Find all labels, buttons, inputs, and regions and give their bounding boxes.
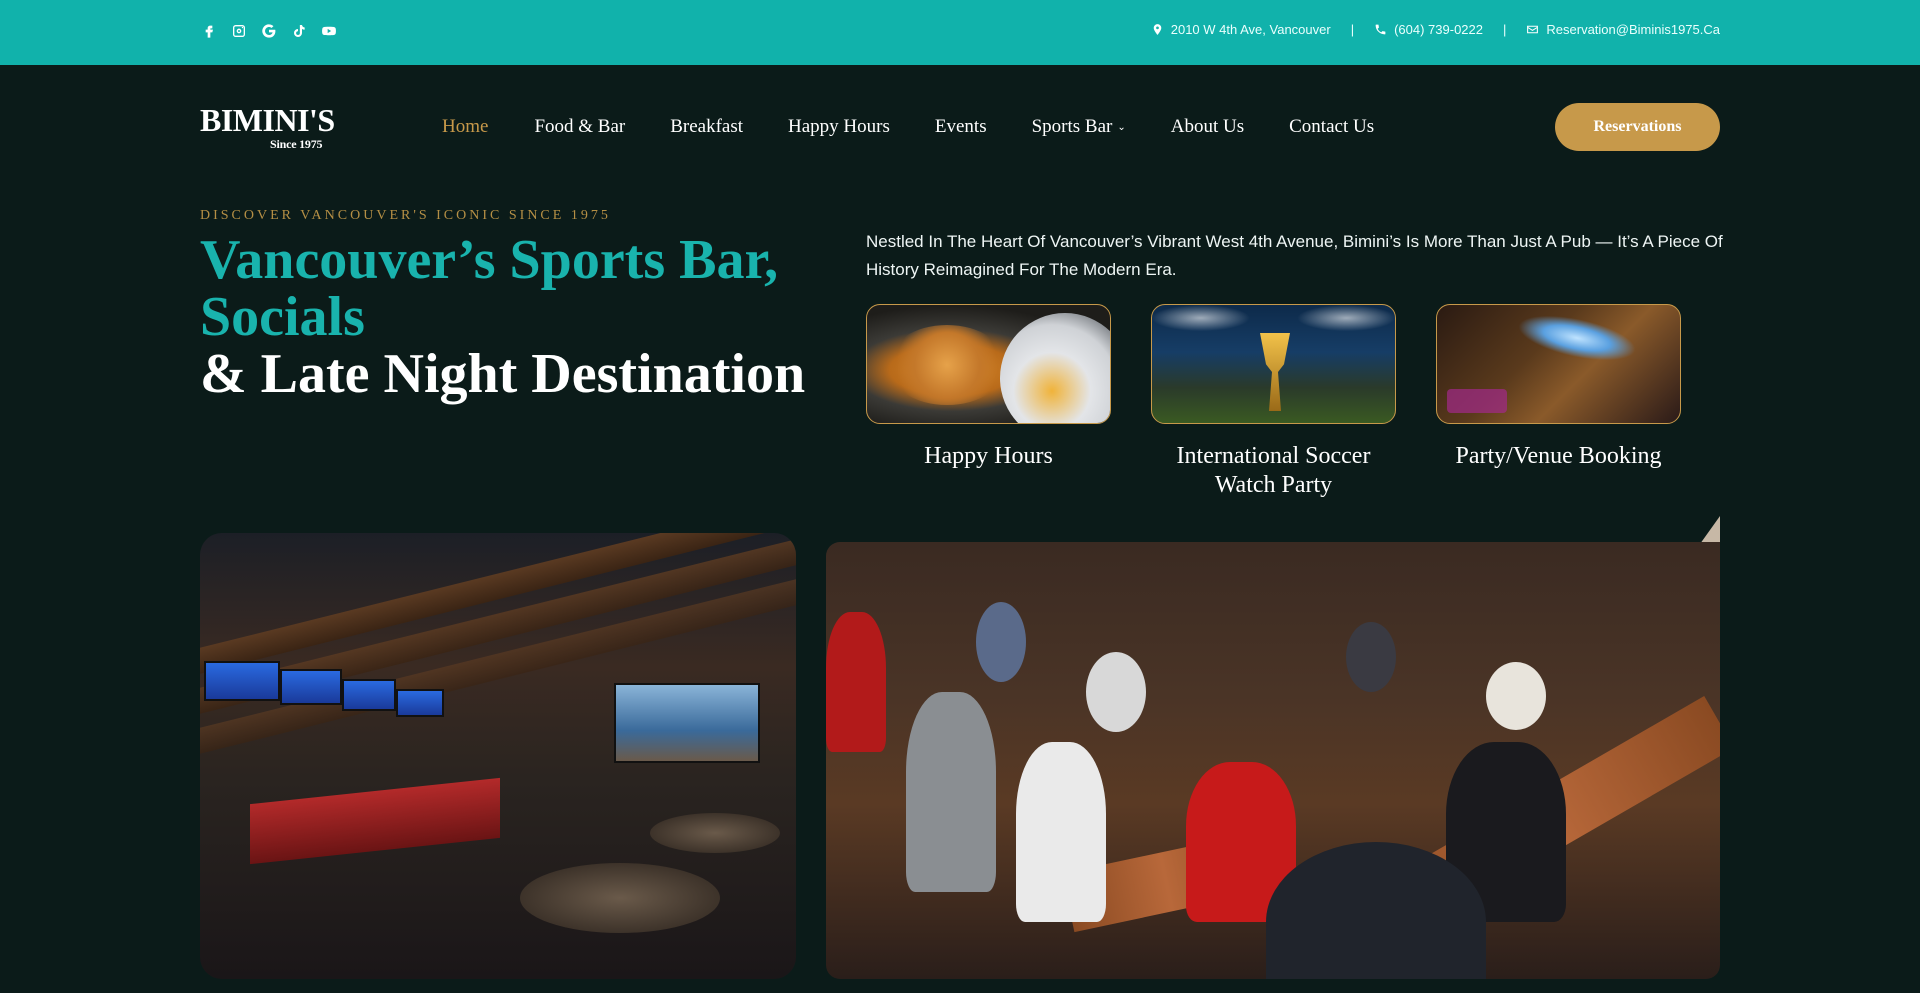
nav-item-home[interactable]: Home [442, 116, 488, 138]
feature-cards: Happy Hours International Soccer Watch P… [866, 304, 1681, 500]
main-nav: Home Food & Bar Breakfast Happy Hours Ev… [442, 116, 1374, 138]
email-link[interactable]: Reservation@Biminis1975.Ca [1526, 22, 1720, 37]
phone-text: (604) 739-0222 [1394, 22, 1483, 37]
address-link[interactable]: 2010 W 4th Ave, Vancouver [1151, 22, 1331, 37]
map-pin-icon [1153, 24, 1162, 35]
venue-exterior-image [1436, 304, 1681, 424]
bar-interior-photo [200, 533, 796, 979]
nav-item-happy-hours[interactable]: Happy Hours [788, 116, 890, 138]
hero-eyebrow: DISCOVER VANCOUVER'S ICONIC SINCE 1975 [200, 208, 611, 223]
separator: | [1503, 22, 1507, 37]
social-links [200, 22, 338, 40]
nav-item-about-us[interactable]: About Us [1171, 116, 1244, 138]
facebook-icon[interactable] [200, 22, 218, 40]
crowd-photo [826, 542, 1720, 979]
nav-item-sports-bar[interactable]: Sports Bar ⌄ [1032, 116, 1126, 138]
happy-hours-image [866, 304, 1111, 424]
card-caption: Happy Hours [924, 443, 1053, 469]
brand-since: Since 1975 [270, 137, 323, 151]
reservations-button[interactable]: Reservations [1555, 103, 1720, 151]
tiktok-icon[interactable] [290, 22, 308, 40]
instagram-icon[interactable] [230, 22, 248, 40]
nav-item-label: Sports Bar [1031, 116, 1113, 137]
address-text: 2010 W 4th Ave, Vancouver [1170, 22, 1331, 37]
brand-name: BIMINI'S [200, 102, 335, 138]
top-bar: 2010 W 4th Ave, Vancouver | (604) 739-02… [0, 0, 1920, 65]
phone-link[interactable]: (604) 739-0222 [1374, 22, 1483, 37]
card-happy-hours[interactable]: Happy Hours [866, 304, 1111, 500]
google-icon[interactable] [260, 22, 278, 40]
youtube-icon[interactable] [320, 22, 338, 40]
card-caption: International Soccer Watch Party [1176, 443, 1371, 498]
hero-intro: Nestled In The Heart Of Vancouver’s Vibr… [866, 232, 1723, 279]
hero-headline: Vancouver’s Sports Bar, Socials & Late N… [200, 232, 820, 403]
email-text: Reservation@Biminis1975.Ca [1546, 22, 1720, 37]
soccer-trophy-image [1151, 304, 1396, 424]
mail-icon [1527, 25, 1539, 34]
contact-info: 2010 W 4th Ave, Vancouver | (604) 739-02… [1151, 22, 1720, 37]
separator: | [1350, 22, 1355, 37]
nav-item-events[interactable]: Events [935, 116, 987, 138]
card-caption: Party/Venue Booking [1455, 443, 1662, 469]
brand-logo[interactable]: BIMINI'S Since 1975 [200, 104, 340, 152]
decorative-corner [1700, 516, 1720, 544]
phone-icon [1375, 24, 1386, 35]
headline-white: & Late Night Destination [200, 343, 806, 405]
nav-item-contact-us[interactable]: Contact Us [1289, 116, 1374, 138]
card-venue-booking[interactable]: Party/Venue Booking [1436, 304, 1681, 500]
card-soccer-watch-party[interactable]: International Soccer Watch Party [1151, 304, 1396, 500]
headline-teal: Vancouver’s Sports Bar, Socials [200, 229, 779, 348]
nav-item-food-bar[interactable]: Food & Bar [534, 116, 625, 138]
nav-item-breakfast[interactable]: Breakfast [670, 116, 743, 138]
chevron-down-icon: ⌄ [1117, 121, 1126, 133]
